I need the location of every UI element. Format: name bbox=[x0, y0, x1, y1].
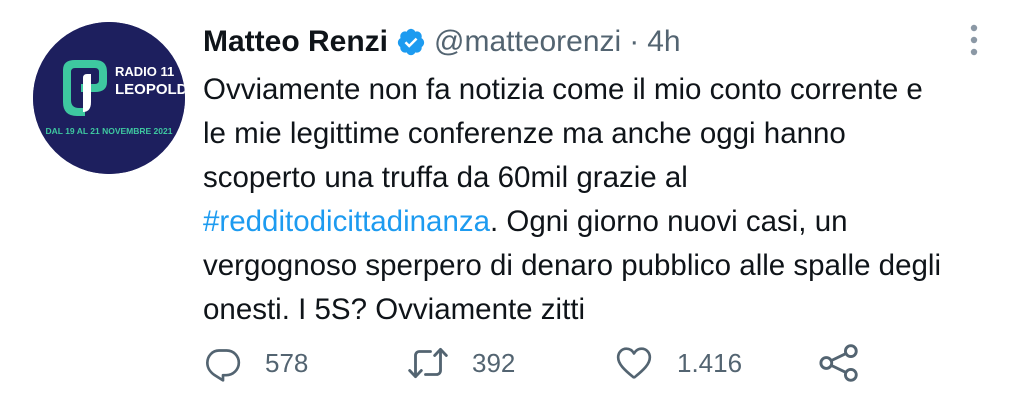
reply-icon bbox=[206, 349, 241, 382]
tweet-text: Ovviamente non fa notizia come il mio co… bbox=[203, 68, 993, 332]
action-bar: 578 392 1.416 bbox=[203, 340, 883, 386]
hashtag-link[interactable]: #redditodicittadinanza bbox=[203, 205, 490, 238]
tweet-text-line: #redditodicittadinanza. Ogni giorno nuov… bbox=[203, 200, 993, 244]
tweet-text-line: onesti. I 5S? Ovviamente zitti bbox=[203, 293, 586, 326]
author-handle[interactable]: @matteorenzi bbox=[434, 25, 621, 59]
like-button[interactable]: 1.416 bbox=[613, 340, 742, 386]
header-separator: · bbox=[629, 25, 640, 58]
share-button[interactable] bbox=[817, 340, 861, 386]
reply-count: 578 bbox=[265, 347, 309, 378]
retweet-button[interactable]: 392 bbox=[406, 340, 515, 386]
tweet-text-line: vergognoso sperpero di denaro pubblico a… bbox=[203, 249, 942, 282]
tweet-header: Matteo Renzi @matteorenzi · 4h bbox=[203, 22, 681, 62]
tweet-text-line: le mie legittime conferenze ma anche ogg… bbox=[203, 117, 846, 150]
avatar-logo-line2: LEOPOLDA bbox=[115, 81, 185, 98]
heart-icon bbox=[616, 347, 652, 379]
tweet: RADIO 11 LEOPOLDA DAL 19 AL 21 NOVEMBRE … bbox=[0, 0, 1024, 404]
avatar-logo-line1: RADIO 11 bbox=[115, 64, 174, 79]
tweet-text-line: Ovviamente non fa notizia come il mio co… bbox=[203, 73, 923, 106]
reply-button[interactable]: 578 bbox=[203, 340, 308, 386]
tweet-timestamp[interactable]: 4h bbox=[647, 25, 680, 59]
more-vertical-icon bbox=[970, 24, 978, 56]
retweet-icon bbox=[408, 347, 448, 379]
like-count: 1.416 bbox=[677, 347, 743, 378]
tweet-text-line: scoperto una truffa da 60mil grazie al bbox=[203, 161, 688, 194]
leopolda-logo: RADIO 11 LEOPOLDA DAL 19 AL 21 NOVEMBRE … bbox=[33, 22, 185, 174]
verified-badge-icon bbox=[396, 27, 426, 57]
avatar[interactable]: RADIO 11 LEOPOLDA DAL 19 AL 21 NOVEMBRE … bbox=[33, 22, 185, 174]
avatar-logo-dates: DAL 19 AL 21 NOVEMBRE 2021 bbox=[46, 126, 173, 136]
tweet-text-segment: . Ogni giorno nuovi casi, un bbox=[490, 205, 848, 238]
author-name[interactable]: Matteo Renzi bbox=[203, 25, 388, 59]
retweet-count: 392 bbox=[472, 347, 516, 378]
share-icon bbox=[819, 344, 858, 382]
more-options-button[interactable] bbox=[962, 22, 986, 58]
